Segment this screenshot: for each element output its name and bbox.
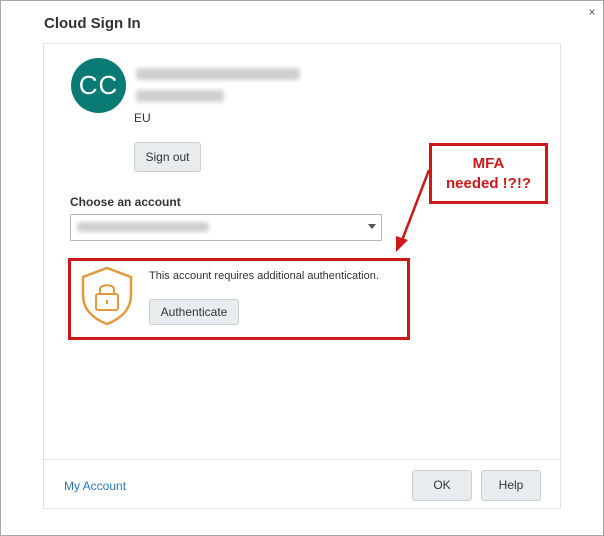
close-icon[interactable]: × bbox=[585, 5, 599, 19]
account-email-redacted bbox=[136, 90, 224, 102]
authenticate-button[interactable]: Authenticate bbox=[149, 299, 239, 325]
sign-in-panel: CC EU Sign out Choose an account This ac… bbox=[43, 43, 561, 509]
shield-lock-icon bbox=[81, 266, 133, 326]
mfa-annotation-callout: MFA needed !?!? bbox=[429, 143, 548, 204]
avatar: CC bbox=[71, 58, 126, 113]
account-select[interactable] bbox=[70, 214, 382, 241]
authentication-required-area: This account requires additional authent… bbox=[68, 258, 410, 340]
callout-line-2: needed !?!? bbox=[446, 175, 531, 192]
callout-line-1: MFA bbox=[472, 155, 505, 172]
chevron-down-icon bbox=[368, 224, 376, 229]
account-name-redacted bbox=[136, 68, 300, 80]
auth-required-message: This account requires additional authent… bbox=[149, 270, 379, 282]
my-account-link[interactable]: My Account bbox=[64, 479, 126, 493]
ok-button[interactable]: OK bbox=[412, 470, 472, 501]
selected-account-redacted bbox=[77, 222, 209, 232]
help-button[interactable]: Help bbox=[481, 470, 541, 501]
sign-out-button[interactable]: Sign out bbox=[134, 142, 201, 172]
choose-account-label: Choose an account bbox=[70, 195, 181, 209]
account-region: EU bbox=[134, 111, 151, 125]
dialog-title: Cloud Sign In bbox=[44, 15, 141, 32]
footer-divider bbox=[44, 459, 560, 460]
